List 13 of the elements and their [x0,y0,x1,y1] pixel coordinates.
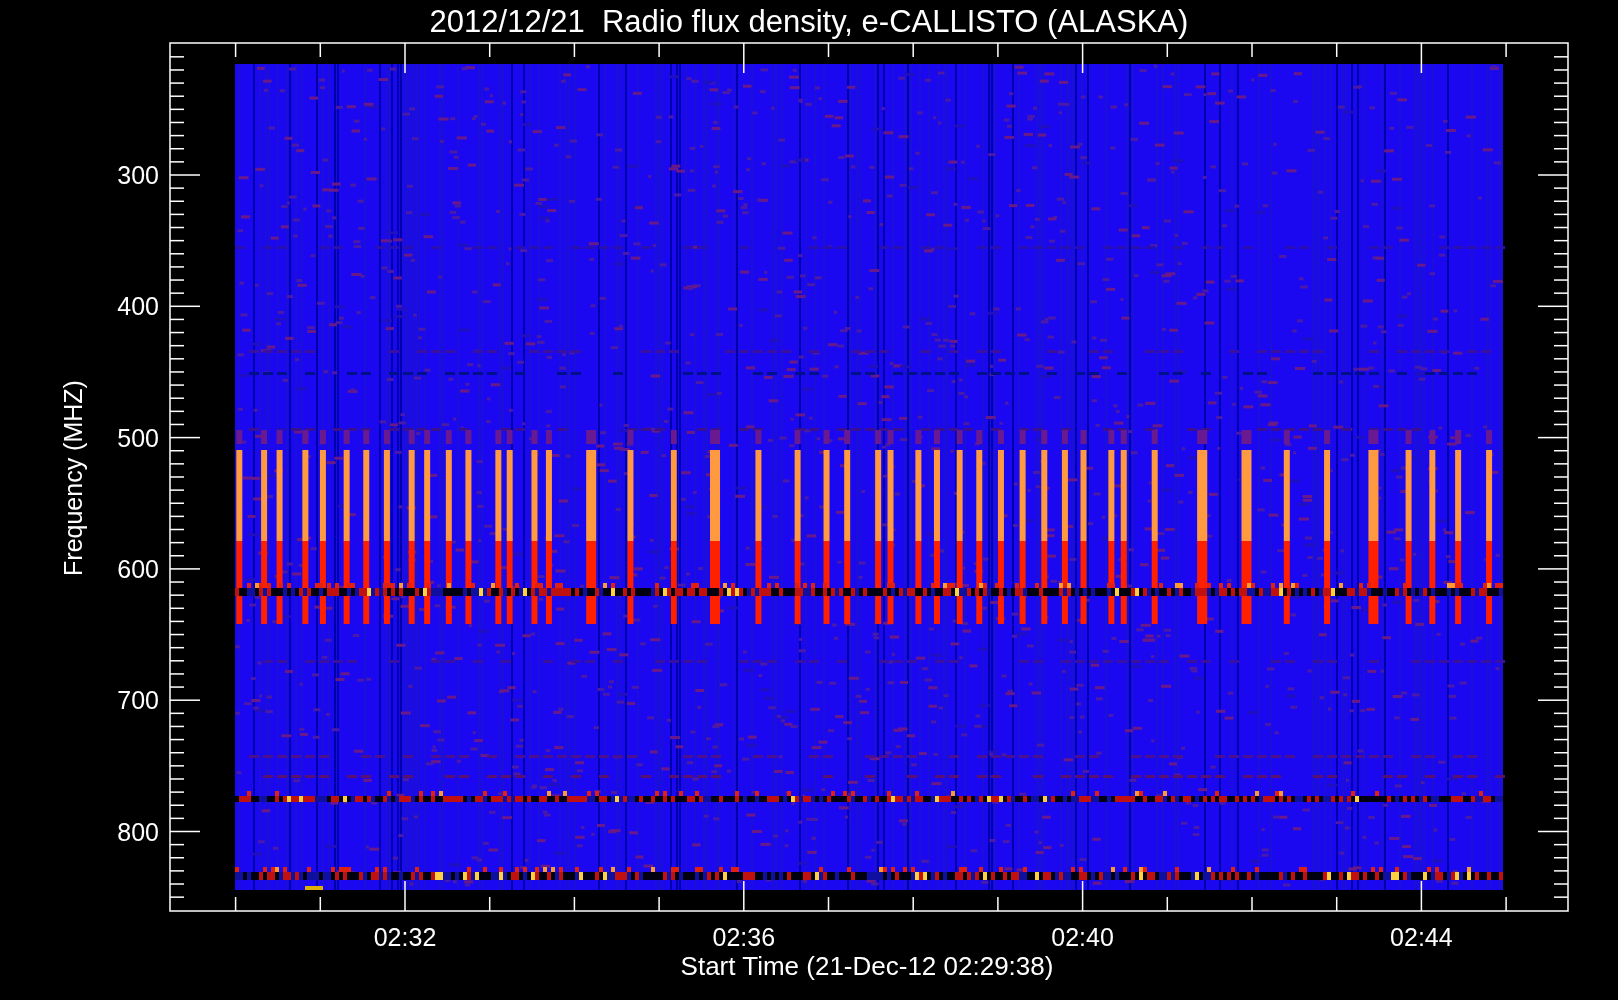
chart-title: 2012/12/21 Radio flux density, e-CALLISTO (ALASKA) [429,4,1189,39]
x-tick-label: 02:40 [1051,923,1114,951]
x-tick-label: 02:44 [1390,923,1453,951]
y-tick-label: 700 [117,686,159,715]
y-tick-label: 800 [117,817,159,846]
y-tick-label: 300 [117,161,159,189]
x-tick-label: 02:36 [712,923,776,951]
y-tick-label: 400 [117,292,159,321]
y-axis-label: Frequency (MHZ) [59,380,87,576]
x-tick-label: 02:32 [373,923,437,951]
y-tick-label: 500 [117,423,159,452]
y-tick-label: 600 [117,554,159,583]
x-axis-label: Start Time (21-Dec-12 02:29:38) [680,951,1054,981]
